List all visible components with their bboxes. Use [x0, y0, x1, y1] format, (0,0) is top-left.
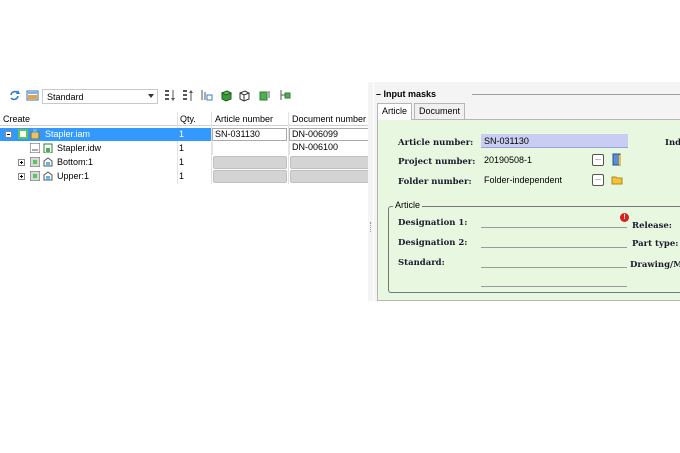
qty-cell: 1 [179, 157, 185, 167]
part-type-label: Part type: [632, 239, 679, 249]
article-number-cell[interactable] [213, 156, 287, 169]
folder-icon[interactable] [611, 175, 623, 185]
document-number-cell[interactable]: DN-006099 [289, 128, 370, 141]
tree-cell[interactable]: Bottom:1 [0, 156, 177, 169]
grid-header: Create Qty. Article number Document numb… [0, 112, 370, 126]
designation2-label: Designation 2: [398, 238, 468, 248]
release-label: Release: [632, 221, 672, 231]
qty-cell: 1 [179, 143, 185, 153]
designation1-label: Designation 1: [398, 218, 468, 228]
filter-icon[interactable] [200, 89, 213, 102]
title-divider [472, 94, 680, 95]
tree-cell[interactable]: Upper:1 [0, 170, 177, 183]
column-article-number[interactable]: Article number [215, 114, 273, 124]
standard-label: Standard: [398, 258, 445, 268]
book-icon[interactable] [612, 153, 622, 166]
view-combo-value: Standard [47, 92, 84, 102]
row-name: Stapler.iam [45, 129, 91, 139]
row-name: Stapler.idw [57, 143, 102, 153]
view-combo[interactable]: Standard [42, 89, 158, 104]
structure-toolbar: Standard [0, 86, 370, 106]
article-number-cell[interactable]: SN-031130 [212, 128, 287, 141]
article-number-cell[interactable] [212, 142, 288, 155]
structure-panel: Standard Create Qty. Article number Docu… [0, 82, 370, 301]
collapse-icon[interactable] [5, 131, 12, 138]
article-group-title: Article [393, 200, 423, 210]
column-document-number[interactable]: Document number [292, 114, 366, 124]
sync-icon[interactable] [8, 89, 21, 102]
tab-document[interactable]: Document [414, 103, 466, 119]
sort-asc-icon[interactable] [182, 89, 195, 102]
part-status-icon [30, 157, 40, 167]
standard-field[interactable] [481, 254, 627, 268]
folder-number-label: Folder number: [398, 177, 472, 187]
tree-cell[interactable]: Stapler.idw [0, 142, 177, 155]
table-row[interactable]: Stapler.idw 1 DN-006100 [0, 142, 370, 155]
article-number-cell[interactable] [213, 170, 287, 183]
folder-browse-button[interactable]: ... [592, 174, 604, 186]
designation2-field[interactable] [481, 234, 627, 248]
folder-number-field[interactable]: Folder-independent [481, 173, 589, 187]
assembly-status-icon [18, 129, 28, 139]
document-number-cell[interactable] [290, 170, 370, 183]
cube-outline-icon[interactable] [238, 89, 251, 102]
project-browse-button[interactable]: ... [592, 154, 604, 166]
article-number-field[interactable]: SN-031130 [481, 134, 628, 148]
table-row[interactable]: Stapler.iam 1 SN-031130 DN-006099 [0, 128, 370, 141]
project-number-field[interactable]: 20190508-1 [481, 153, 589, 167]
part-icon [43, 171, 53, 181]
chevron-down-icon [148, 94, 154, 98]
tab-article[interactable]: Article [377, 103, 413, 120]
drawing-label: Drawing/M [630, 260, 680, 270]
index-label: Ind [665, 138, 680, 148]
panel-splitter[interactable] [368, 82, 373, 301]
project-number-label: Project number: [398, 157, 476, 167]
column-qty[interactable]: Qty. [180, 114, 196, 124]
qty-cell: 1 [177, 128, 211, 141]
error-icon: ! [620, 213, 629, 222]
part-status-icon [30, 171, 40, 181]
drawing-status-icon [30, 143, 40, 153]
grip-icon [370, 222, 371, 232]
column-create[interactable]: Create [3, 114, 30, 124]
designation1-field[interactable] [481, 214, 627, 228]
input-masks-title-text: Input masks [383, 89, 437, 99]
export-icon[interactable] [258, 89, 271, 102]
expand-icon[interactable] [18, 159, 25, 166]
expand-icon[interactable] [18, 173, 25, 180]
extra-field[interactable] [481, 273, 627, 287]
tree-icon[interactable] [278, 89, 291, 102]
row-name: Bottom:1 [57, 157, 94, 167]
qty-cell: 1 [179, 171, 185, 181]
tree-cell[interactable]: Stapler.iam [0, 128, 177, 141]
cube-icon[interactable] [220, 89, 233, 102]
drawing-icon [43, 143, 53, 153]
input-masks-title[interactable]: – Input masks [376, 89, 436, 99]
assembly-icon [30, 129, 40, 139]
input-masks-panel: – Input masks Article Document Article n… [374, 82, 680, 301]
article-number-label: Article number: [398, 138, 474, 148]
sort-desc-icon[interactable] [164, 89, 177, 102]
document-number-cell[interactable]: DN-006100 [289, 142, 370, 155]
row-name: Upper:1 [57, 171, 90, 181]
table-row[interactable]: Bottom:1 1 [0, 156, 370, 169]
document-number-cell[interactable] [290, 156, 370, 169]
table-row[interactable]: Upper:1 1 [0, 170, 370, 183]
part-icon [43, 157, 53, 167]
view-icon[interactable] [26, 89, 39, 102]
